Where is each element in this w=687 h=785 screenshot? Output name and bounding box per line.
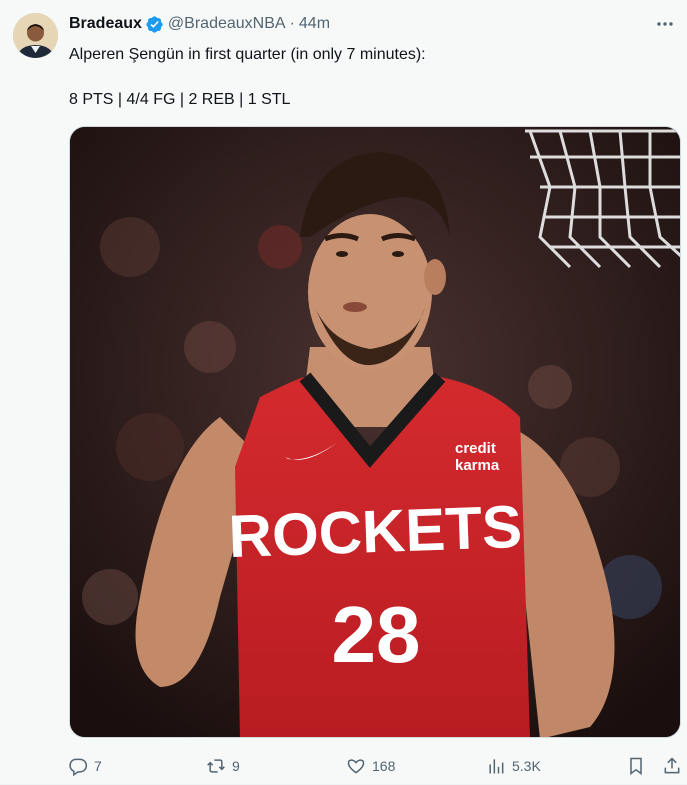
tweet-text-line-2: 8 PTS | 4/4 FG | 2 REB | 1 STL — [69, 91, 291, 108]
share-icon — [664, 757, 680, 774]
tweet-media-photo[interactable]: credit karma ROCKETS 28 — [69, 126, 681, 738]
like-button[interactable]: 168 — [346, 754, 395, 778]
player-photo: credit karma ROCKETS 28 — [70, 127, 680, 737]
jersey-number: 28 — [332, 590, 421, 679]
views-button[interactable]: 5.3K — [486, 754, 541, 778]
jersey-team-name: ROCKETS — [228, 493, 524, 570]
analytics-icon — [489, 759, 504, 774]
share-button[interactable] — [662, 754, 682, 778]
reply-button[interactable]: 7 — [68, 754, 102, 778]
repost-count: 9 — [232, 758, 240, 774]
more-options-button[interactable] — [655, 14, 675, 34]
views-count: 5.3K — [512, 758, 541, 774]
tweet-header: Bradeaux @BradeauxNBA · 44m — [69, 14, 647, 34]
more-icon — [657, 22, 673, 26]
sponsor-text-2: karma — [455, 457, 500, 474]
separator-dot: · — [289, 15, 295, 32]
reply-icon — [69, 758, 88, 776]
heart-icon — [347, 759, 365, 774]
verified-badge-icon[interactable] — [145, 15, 164, 34]
handle[interactable]: @BradeauxNBA — [168, 14, 286, 34]
bookmark-icon — [630, 757, 642, 775]
repost-icon — [207, 759, 225, 773]
like-count: 168 — [372, 758, 396, 774]
sponsor-text-1: credit — [455, 440, 496, 457]
bookmark-button[interactable] — [626, 754, 646, 778]
avatar[interactable] — [13, 13, 58, 58]
reply-count: 7 — [94, 758, 102, 774]
display-name[interactable]: Bradeaux — [69, 14, 142, 34]
timestamp[interactable]: 44m — [299, 14, 330, 34]
repost-button[interactable]: 9 — [206, 754, 240, 778]
tweet-text-line-1: Alperen Şengün in first quarter (in only… — [69, 46, 426, 63]
tweet-card[interactable]: Bradeaux @BradeauxNBA · 44m Alperen Şeng… — [0, 0, 687, 785]
tweet-action-bar: 7 9 168 5.3K — [66, 752, 684, 782]
